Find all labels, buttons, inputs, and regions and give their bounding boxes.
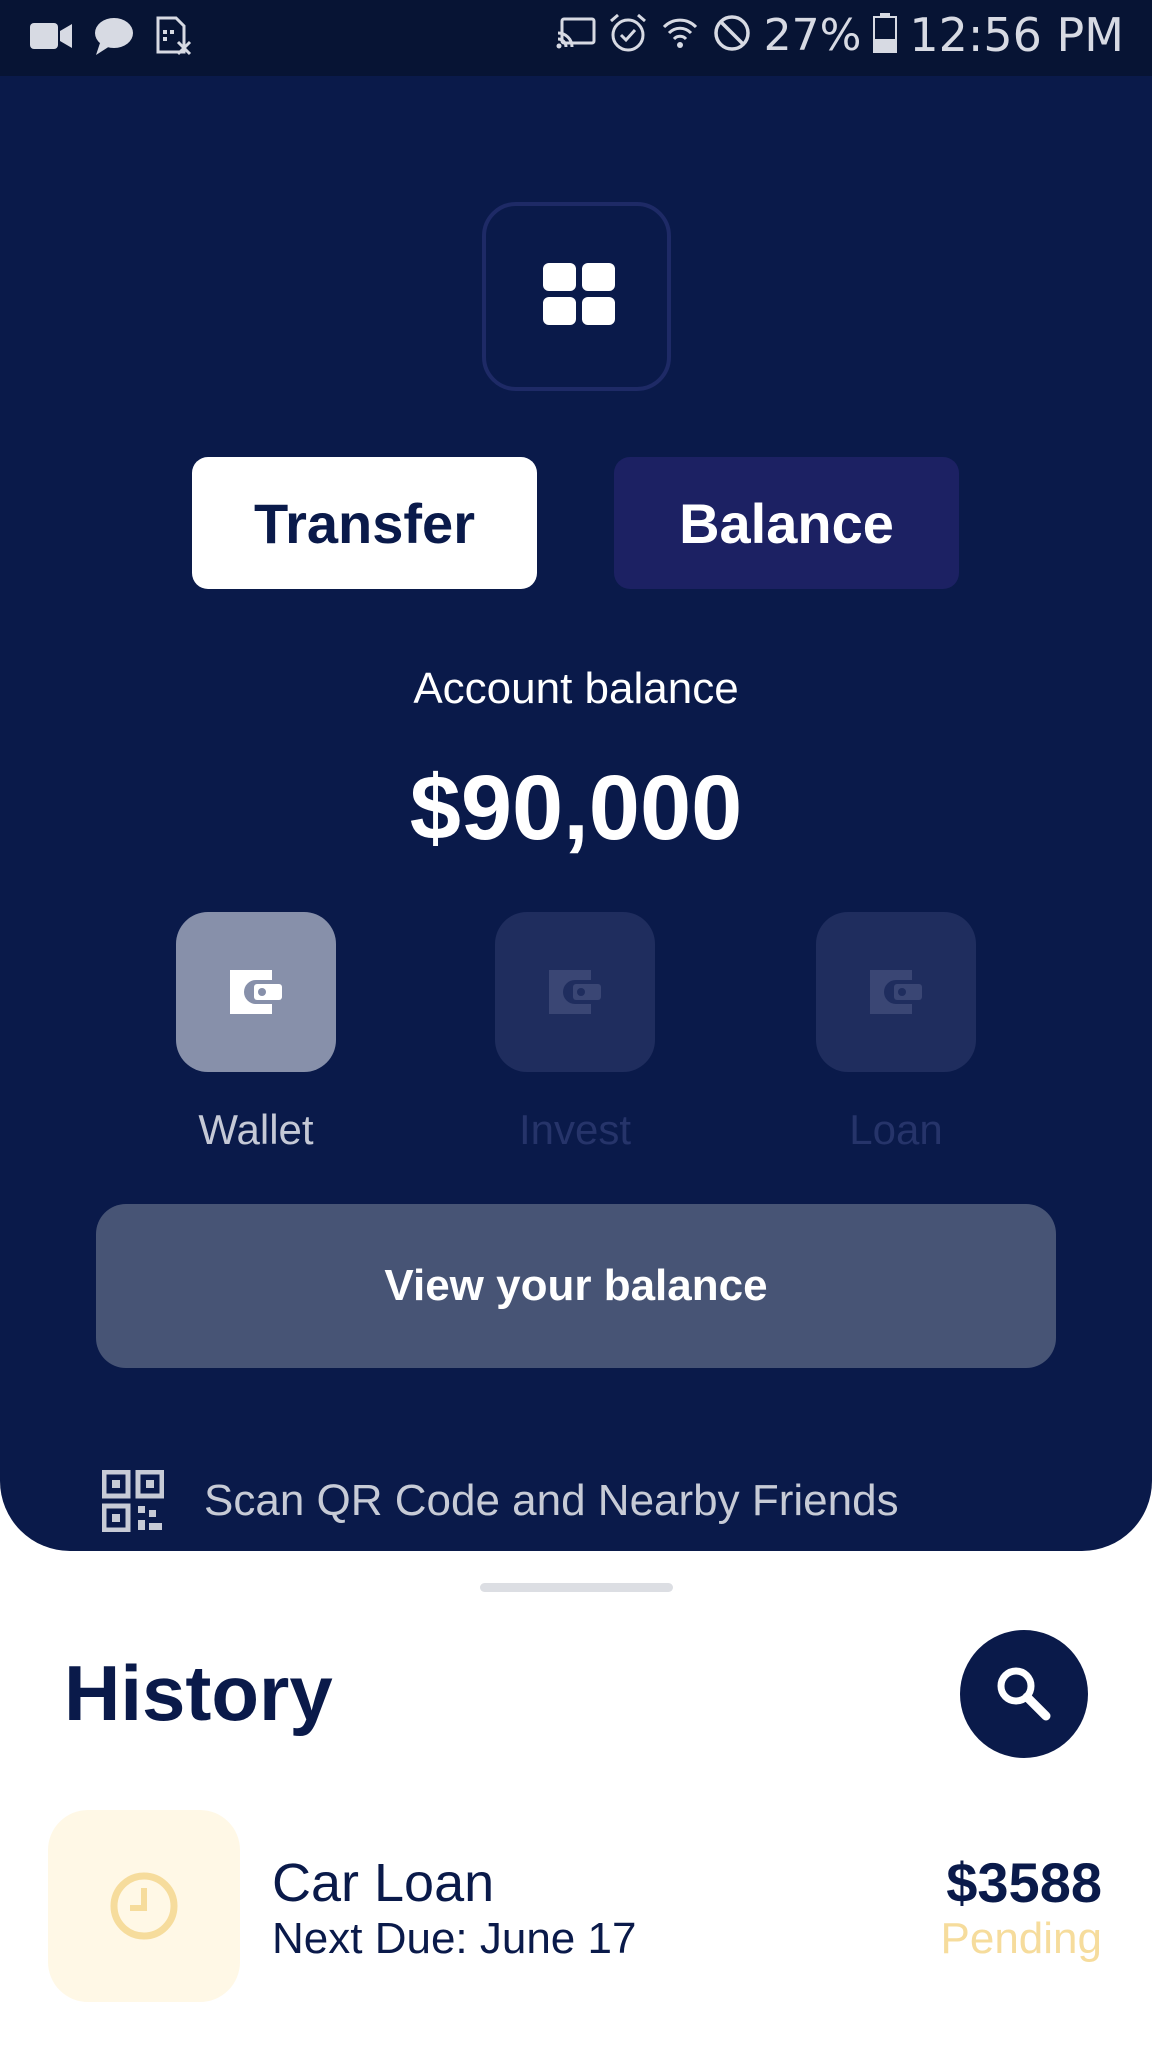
wallet-icon	[230, 970, 282, 1014]
account-balance-amount: $90,000	[409, 757, 743, 859]
sim-icon	[156, 16, 192, 61]
balance-panel: Transfer Balance Account balance $90,000…	[0, 76, 1152, 1551]
scan-qr-text: Scan QR Code and Nearby Friends	[204, 1476, 899, 1525]
battery-icon	[873, 12, 898, 58]
history-item-amount: $3588	[946, 1851, 1102, 1914]
battery-percent: 27%	[763, 9, 862, 61]
history-item-status: Pending	[940, 1914, 1102, 1963]
loan-button[interactable]	[816, 912, 976, 1072]
chat-icon	[94, 17, 134, 60]
view-balance-button[interactable]: View your balance	[96, 1204, 1056, 1368]
tab-balance[interactable]: Balance	[614, 457, 959, 589]
loan-label: Loan	[849, 1106, 943, 1153]
search-button[interactable]	[960, 1630, 1088, 1758]
list-item[interactable]: Car Loan Next Due: June 17 $3588 Pending	[0, 1810, 1152, 2010]
alarm-icon	[608, 13, 648, 58]
history-item-subtitle: Next Due: June 17	[272, 1914, 637, 1963]
grid-icon	[543, 263, 615, 325]
wallet-button[interactable]	[176, 912, 336, 1072]
cast-icon	[556, 17, 596, 54]
sheet-handle[interactable]	[480, 1583, 673, 1592]
status-bar: 27% 12:56 PM	[0, 0, 1152, 76]
clock-icon	[110, 1872, 178, 1940]
wifi-icon	[660, 13, 700, 58]
history-item-icon	[48, 1810, 240, 2002]
video-icon	[30, 21, 72, 56]
wallet-icon	[870, 970, 922, 1014]
history-title: History	[64, 1649, 333, 1737]
do-not-disturb-icon	[712, 13, 752, 58]
wallet-label: Wallet	[198, 1106, 314, 1153]
qr-code-icon	[102, 1470, 164, 1532]
invest-button[interactable]	[495, 912, 655, 1072]
tab-transfer[interactable]: Transfer	[192, 457, 537, 589]
clock-time: 12:56 PM	[909, 8, 1124, 62]
wallet-icon	[549, 970, 601, 1014]
menu-button[interactable]	[482, 202, 671, 391]
scan-qr-row[interactable]: Scan QR Code and Nearby Friends	[102, 1470, 899, 1532]
search-icon	[997, 1667, 1051, 1721]
invest-label: Invest	[518, 1106, 632, 1153]
account-balance-label: Account balance	[413, 664, 739, 713]
history-item-title: Car Loan	[272, 1853, 495, 1913]
